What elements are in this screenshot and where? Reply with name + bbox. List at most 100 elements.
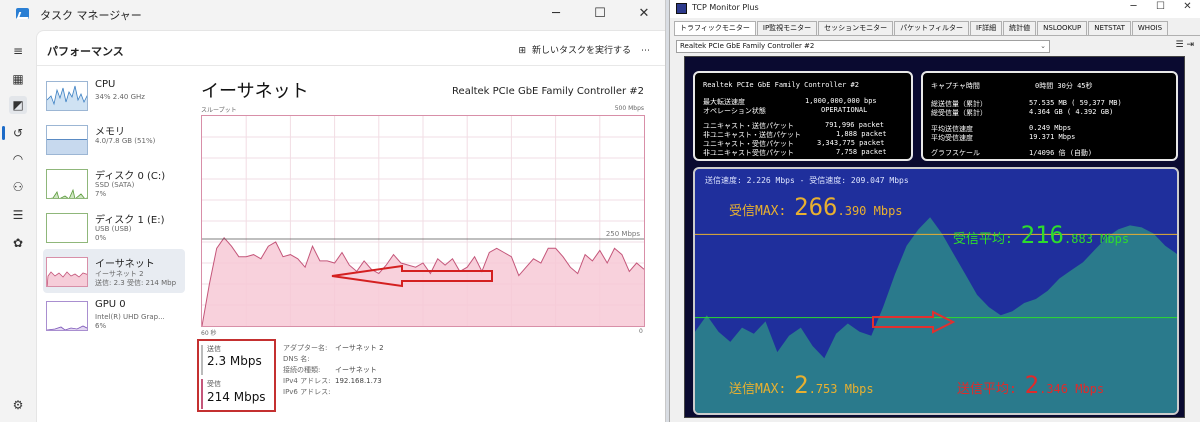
sidebar-item-name: イーサネット bbox=[95, 259, 155, 270]
ethernet-heading: イーサネット bbox=[201, 81, 309, 102]
sidebar-item-ethernet[interactable]: イーサネット イーサネット 2 送信: 2.3 受信: 214 Mbp bbox=[43, 249, 185, 293]
adapter-select[interactable]: Realtek PCIe GbE Family Controller #2 ⌄ bbox=[676, 40, 1050, 53]
sidebar-item-memory[interactable]: メモリ 4.0/7.8 GB (51%) bbox=[43, 117, 185, 161]
title-bar: タスク マネージャー ─ ☐ ✕ bbox=[0, 0, 665, 28]
services-icon[interactable]: ✿ bbox=[9, 234, 27, 252]
window-title: TCP Monitor Plus bbox=[692, 3, 759, 12]
recv-max-dec: .390 Mbps bbox=[837, 204, 903, 218]
performance-sidebar: CPU 34% 2.40 GHz メモリ 4.0/7.8 GB (51%) ディ… bbox=[43, 73, 185, 337]
op-state-label: オペレーション状態 bbox=[703, 107, 766, 115]
send-value: 2.3 Mbps bbox=[207, 354, 262, 368]
disk0-thumbnail-graph bbox=[46, 169, 88, 199]
nav-rail: ≡ ▦ ◩ ↺ ◠ ⚇ ☰ ✿ ⚙ bbox=[0, 28, 36, 422]
stat-row-value: 19.371 Mbps bbox=[1029, 133, 1076, 141]
capture-value: 0時間 30分 45秒 bbox=[1035, 82, 1093, 90]
stat-row-label: グラフスケール bbox=[931, 149, 980, 157]
adapter-name: Realtek PCIe GbE Family Controller #2 bbox=[452, 86, 644, 97]
capture-stats-box: キャプチャ時間 0時間 30分 45秒 総送信量（累計） 57.535 MB (… bbox=[921, 71, 1178, 161]
property-key: DNS 名: bbox=[283, 355, 310, 363]
tab-bar: トラフィックモニター IP監視モニター セッションモニター パケットフィルター … bbox=[674, 21, 1200, 36]
sidebar-item-name: メモリ bbox=[95, 127, 125, 138]
recv-max-label: 受信MAX: bbox=[729, 204, 787, 219]
tab-statistics[interactable]: 統計値 bbox=[1003, 21, 1037, 35]
sidebar-item-disk0[interactable]: ディスク 0 (C:) SSD (SATA) 7% bbox=[43, 161, 185, 205]
stat-row-value: 4.364 GB ( 4.392 GB) bbox=[1029, 108, 1114, 116]
send-max-label: 送信MAX: bbox=[729, 382, 787, 397]
more-options-icon[interactable]: ⋯ bbox=[641, 46, 650, 56]
sidebar-item-detail-2: 7% bbox=[95, 190, 107, 198]
tab-netstat[interactable]: NETSTAT bbox=[1088, 21, 1131, 35]
tab-packet-filter[interactable]: パケットフィルター bbox=[894, 21, 970, 35]
title-bar: TCP Monitor Plus ─ ☐ ✕ bbox=[670, 0, 1200, 18]
sidebar-item-gpu[interactable]: GPU 0 Intel(R) UHD Grap... 6% bbox=[43, 293, 185, 337]
property-value: イーサネット bbox=[335, 366, 377, 374]
sidebar-item-detail: SSD (SATA) bbox=[95, 181, 135, 189]
time-axis-right-label: 0 bbox=[639, 328, 643, 335]
header-divider bbox=[37, 65, 665, 66]
stat-row-label: 非ユニキャスト受信パケット bbox=[703, 149, 794, 157]
minimize-icon[interactable]: ─ bbox=[1120, 0, 1147, 14]
maximize-icon[interactable]: ☐ bbox=[1147, 0, 1174, 14]
close-icon[interactable]: ✕ bbox=[622, 0, 665, 28]
stat-row-value: 0.249 Mbps bbox=[1029, 124, 1072, 132]
page-title: パフォーマンス bbox=[47, 45, 124, 58]
settings-gear-icon[interactable]: ⚙ bbox=[9, 396, 27, 414]
stat-row-label: 平均受信速度 bbox=[931, 134, 973, 142]
hamburger-menu-icon[interactable]: ≡ bbox=[9, 42, 27, 60]
exit-icon[interactable]: ⇥ bbox=[1186, 40, 1194, 50]
recv-max-readout: 受信MAX: 266.390 Mbps bbox=[729, 193, 903, 221]
adapter-properties: アダプター名: イーサネット 2 DNS 名: 接続の種類: イーサネット IPv4… bbox=[283, 343, 384, 398]
users-icon[interactable]: ⚇ bbox=[9, 178, 27, 196]
sidebar-item-name: GPU 0 bbox=[95, 299, 126, 310]
send-avg-dec: .346 Mbps bbox=[1039, 382, 1105, 396]
cpu-thumbnail-graph bbox=[46, 81, 88, 111]
recv-max-int: 266 bbox=[794, 193, 838, 221]
send-max-dec: .753 Mbps bbox=[808, 382, 874, 396]
run-new-task-button[interactable]: ⊞ 新しいタスクを実行する ⋯ bbox=[518, 43, 650, 56]
send-avg-readout: 送信平均: 2.346 Mbps bbox=[957, 371, 1104, 399]
adapter-stats-box: Realtek PCIe GbE Family Controller #2 最大… bbox=[693, 71, 913, 161]
stat-row-value: 1,888 packet bbox=[836, 130, 887, 138]
tcp-monitor-icon bbox=[676, 3, 687, 14]
app-history-icon[interactable]: ↺ bbox=[9, 124, 27, 142]
tab-session-monitor[interactable]: セッションモニター bbox=[818, 21, 894, 35]
recv-avg-int: 216 bbox=[1020, 221, 1065, 249]
task-manager-icon bbox=[16, 8, 29, 19]
close-icon[interactable]: ✕ bbox=[1174, 0, 1200, 14]
stat-row-value: 3,343,775 packet bbox=[817, 139, 885, 147]
startup-apps-icon[interactable]: ◠ bbox=[9, 150, 27, 168]
sidebar-item-disk1[interactable]: ディスク 1 (E:) USB (USB) 0% bbox=[43, 205, 185, 249]
sidebar-item-cpu[interactable]: CPU 34% 2.40 GHz bbox=[43, 73, 185, 117]
max-speed-value: 1,000,000,000 bps bbox=[805, 97, 877, 105]
disk1-thumbnail-graph bbox=[46, 213, 88, 243]
run-new-task-label: 新しいタスクを実行する bbox=[531, 46, 631, 56]
property-key: アダプター名: bbox=[283, 344, 328, 352]
stat-row-label: 総受信量（累計） bbox=[931, 109, 987, 117]
receive-value: 214 Mbps bbox=[207, 390, 266, 404]
graph-max-label: 500 Mbps bbox=[614, 105, 644, 112]
send-avg-int: 2 bbox=[1024, 371, 1040, 399]
performance-icon[interactable]: ◩ bbox=[9, 96, 27, 114]
minimize-icon[interactable]: ─ bbox=[534, 0, 578, 28]
maximize-icon[interactable]: ☐ bbox=[578, 0, 622, 28]
tab-if-details[interactable]: IF詳細 bbox=[970, 21, 1003, 35]
sidebar-item-detail: Intel(R) UHD Grap... bbox=[95, 313, 165, 321]
sidebar-item-name: ディスク 1 (E:) bbox=[95, 215, 165, 226]
processes-icon[interactable]: ▦ bbox=[9, 70, 27, 88]
property-key: IPv6 アドレス: bbox=[283, 388, 331, 396]
traffic-panel: Realtek PCIe GbE Family Controller #2 最大… bbox=[684, 56, 1185, 418]
details-icon[interactable]: ☰ bbox=[9, 206, 27, 224]
tab-whois[interactable]: WHOIS bbox=[1131, 21, 1169, 35]
tab-nslookup[interactable]: NSLOOKUP bbox=[1037, 21, 1088, 35]
send-max-readout: 送信MAX: 2.753 Mbps bbox=[729, 371, 874, 399]
tab-ip-monitor[interactable]: IP監視モニター bbox=[756, 21, 818, 35]
traffic-graph: 送信速度: 2.226 Mbps - 受信速度: 209.047 Mbps 受信… bbox=[693, 167, 1179, 415]
toolbar-icons: ☰ ⇥ bbox=[1176, 40, 1195, 50]
property-key: 接続の種類: bbox=[283, 366, 321, 374]
tab-traffic-monitor[interactable]: トラフィックモニター bbox=[674, 21, 756, 36]
send-receive-highlight: 送信 2.3 Mbps 受信 214 Mbps bbox=[197, 339, 276, 412]
op-state-value: OPERATIONAL bbox=[821, 106, 868, 114]
send-avg-label: 送信平均: bbox=[957, 382, 1017, 397]
list-view-icon[interactable]: ☰ bbox=[1176, 40, 1184, 50]
sidebar-item-detail: 34% 2.40 GHz bbox=[95, 93, 145, 101]
